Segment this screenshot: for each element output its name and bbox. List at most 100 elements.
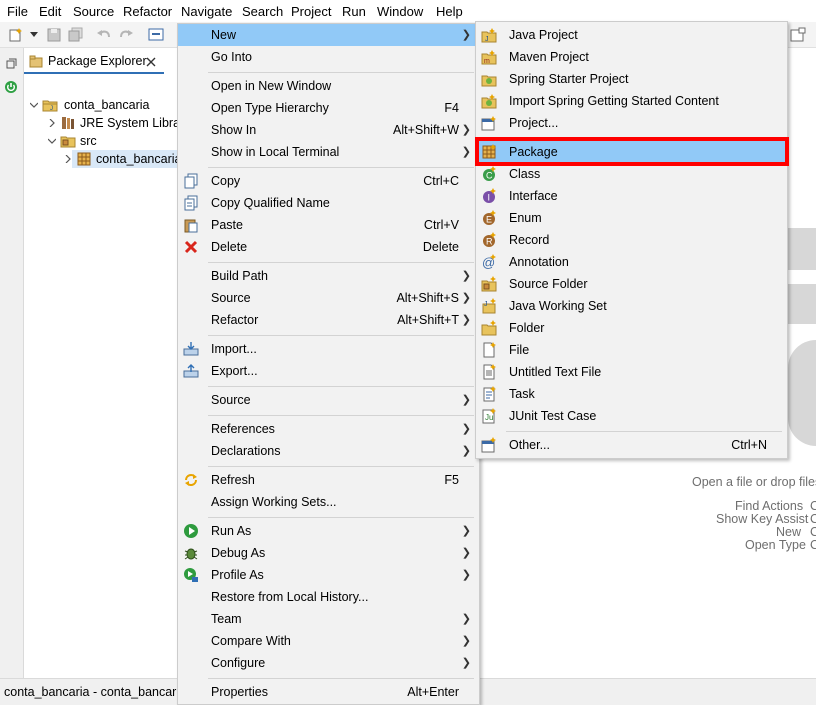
menu-item-label: Import... bbox=[211, 342, 257, 356]
menu-item-java-working-set[interactable]: J Java Working Set bbox=[476, 295, 787, 317]
menu-item-other[interactable]: Other... Ctrl+N bbox=[476, 434, 787, 456]
close-icon[interactable] bbox=[146, 57, 156, 67]
menu-item-class[interactable]: C Class bbox=[476, 163, 787, 185]
menu-item-folder[interactable]: Folder bbox=[476, 317, 787, 339]
library-icon bbox=[62, 117, 74, 129]
menu-item-enum[interactable]: E Enum bbox=[476, 207, 787, 229]
menu-item-junit-test-case[interactable]: Ju JUnit Test Case bbox=[476, 405, 787, 427]
new-wizard-icon[interactable] bbox=[8, 27, 24, 43]
svg-text:C: C bbox=[486, 171, 493, 181]
chevron-down-icon[interactable] bbox=[48, 137, 56, 145]
tree-item-jre[interactable]: JRE System Library bbox=[48, 114, 190, 132]
menu-item-label: Build Path bbox=[211, 269, 268, 283]
spring-boot-dashboard-icon[interactable] bbox=[4, 80, 18, 94]
chevron-down-icon[interactable] bbox=[30, 32, 38, 38]
package-explorer-icon bbox=[29, 55, 43, 68]
tree-item-project[interactable]: J conta_bancaria bbox=[30, 96, 180, 114]
save-icon[interactable] bbox=[46, 27, 62, 43]
menu-item-delete[interactable]: Delete Delete bbox=[178, 236, 479, 258]
menu-item-task[interactable]: Task bbox=[476, 383, 787, 405]
menu-item-spring-starter-project[interactable]: Spring Starter Project bbox=[476, 68, 787, 90]
menu-item-annotation[interactable]: @ Annotation bbox=[476, 251, 787, 273]
menu-item-restore-local-history[interactable]: Restore from Local History... bbox=[178, 586, 479, 608]
menu-item-import[interactable]: Import... bbox=[178, 338, 479, 360]
menu-item-debug-as[interactable]: Debug As ❯ bbox=[178, 542, 479, 564]
menu-item-refactor[interactable]: Refactor Alt+Shift+T ❯ bbox=[178, 309, 479, 331]
menu-item-team[interactable]: Team ❯ bbox=[178, 608, 479, 630]
chevron-right-icon[interactable] bbox=[64, 155, 72, 163]
chevron-right-icon[interactable] bbox=[48, 119, 56, 127]
menu-refactor[interactable]: Refactor bbox=[123, 3, 172, 20]
hint-new: New bbox=[776, 525, 802, 539]
svg-text:J: J bbox=[484, 301, 488, 308]
redo-icon[interactable] bbox=[118, 27, 134, 43]
menu-item-label: Refresh bbox=[211, 473, 255, 487]
menu-edit[interactable]: Edit bbox=[39, 3, 61, 20]
chevron-right-icon: ❯ bbox=[461, 124, 471, 136]
menu-item-profile-as[interactable]: Profile As ❯ bbox=[178, 564, 479, 586]
menu-item-source[interactable]: Source Alt+Shift+S ❯ bbox=[178, 287, 479, 309]
menu-item-export[interactable]: Export... bbox=[178, 360, 479, 382]
menu-item-copy[interactable]: Copy Ctrl+C bbox=[178, 170, 479, 192]
menu-source[interactable]: Source bbox=[73, 3, 114, 20]
menu-navigate[interactable]: Navigate bbox=[181, 3, 232, 20]
menu-help[interactable]: Help bbox=[436, 3, 463, 20]
menu-item-label: Annotation bbox=[509, 255, 569, 269]
restore-icon[interactable] bbox=[6, 58, 17, 69]
chevron-right-icon: ❯ bbox=[461, 314, 471, 326]
menu-search[interactable]: Search bbox=[242, 3, 283, 20]
tree-item-src[interactable]: src bbox=[48, 132, 180, 150]
menu-item-accelerator: Ctrl+N bbox=[731, 438, 767, 452]
menu-item-label: Java Working Set bbox=[509, 299, 607, 313]
menu-item-untitled-text-file[interactable]: Untitled Text File bbox=[476, 361, 787, 383]
menu-run[interactable]: Run bbox=[342, 3, 366, 20]
menu-item-declarations[interactable]: Declarations ❯ bbox=[178, 440, 479, 462]
java-project-folder-icon: J bbox=[42, 100, 58, 112]
menu-item-assign-working-sets[interactable]: Assign Working Sets... bbox=[178, 491, 479, 513]
menu-item-label: New bbox=[211, 28, 237, 42]
chevron-right-icon: ❯ bbox=[461, 292, 471, 304]
menu-item-label: Configure bbox=[211, 656, 266, 670]
menu-project[interactable]: Project bbox=[291, 3, 331, 20]
tree-item-package[interactable]: conta_bancaria bbox=[65, 150, 181, 168]
menu-item-record[interactable]: R Record bbox=[476, 229, 787, 251]
menu-item-compare-with[interactable]: Compare With ❯ bbox=[178, 630, 479, 652]
svg-text:J: J bbox=[50, 106, 53, 112]
menu-item-configure[interactable]: Configure ❯ bbox=[178, 652, 479, 674]
menu-item-open-in-new-window[interactable]: Open in New Window bbox=[178, 75, 479, 97]
chevron-down-icon[interactable] bbox=[30, 101, 38, 109]
menu-item-run-as[interactable]: Run As ❯ bbox=[178, 520, 479, 542]
menu-item-project[interactable]: Project... bbox=[476, 112, 787, 134]
console-icon[interactable] bbox=[148, 27, 164, 43]
menu-item-go-into[interactable]: Go Into bbox=[178, 46, 479, 68]
menu-item-source-folder[interactable]: Source Folder bbox=[476, 273, 787, 295]
menu-item-build-path[interactable]: Build Path ❯ bbox=[178, 265, 479, 287]
menu-item-accelerator: Ctrl+C bbox=[423, 174, 459, 188]
menu-item-copy-qualified-name[interactable]: Copy Qualified Name bbox=[178, 192, 479, 214]
menu-item-show-in-local-terminal[interactable]: Show in Local Terminal ❯ bbox=[178, 141, 479, 163]
menu-item-paste[interactable]: Paste Ctrl+V bbox=[178, 214, 479, 236]
perspective-icon[interactable] bbox=[790, 27, 806, 43]
menu-item-interface[interactable]: I Interface bbox=[476, 185, 787, 207]
context-menu: New ❯ Go Into Open in New Window Open Typ… bbox=[177, 23, 480, 705]
menu-item-properties[interactable]: Properties Alt+Enter bbox=[178, 681, 479, 703]
undo-icon[interactable] bbox=[96, 27, 112, 43]
menu-file[interactable]: File bbox=[7, 3, 28, 20]
menu-item-source-2[interactable]: Source ❯ bbox=[178, 389, 479, 411]
menu-item-new[interactable]: New ❯ bbox=[178, 24, 479, 46]
menu-window[interactable]: Window bbox=[377, 3, 423, 20]
source-folder-icon bbox=[60, 136, 76, 148]
menu-item-references[interactable]: References ❯ bbox=[178, 418, 479, 440]
menu-item-import-spring-content[interactable]: Import Spring Getting Started Content bbox=[476, 90, 787, 112]
menu-item-show-in[interactable]: Show In Alt+Shift+W ❯ bbox=[178, 119, 479, 141]
menu-item-java-project[interactable]: J Java Project bbox=[476, 24, 787, 46]
chevron-right-icon: ❯ bbox=[461, 657, 471, 669]
menu-item-file[interactable]: File bbox=[476, 339, 787, 361]
menu-item-maven-project[interactable]: m Maven Project bbox=[476, 46, 787, 68]
save-all-icon[interactable] bbox=[68, 27, 84, 43]
chevron-right-icon: ❯ bbox=[461, 613, 471, 625]
menu-item-refresh[interactable]: Refresh F5 bbox=[178, 469, 479, 491]
menu-item-open-type-hierarchy[interactable]: Open Type Hierarchy F4 bbox=[178, 97, 479, 119]
chevron-right-icon: ❯ bbox=[461, 146, 471, 158]
tab-package-explorer[interactable]: Package Explorer bbox=[24, 50, 164, 74]
